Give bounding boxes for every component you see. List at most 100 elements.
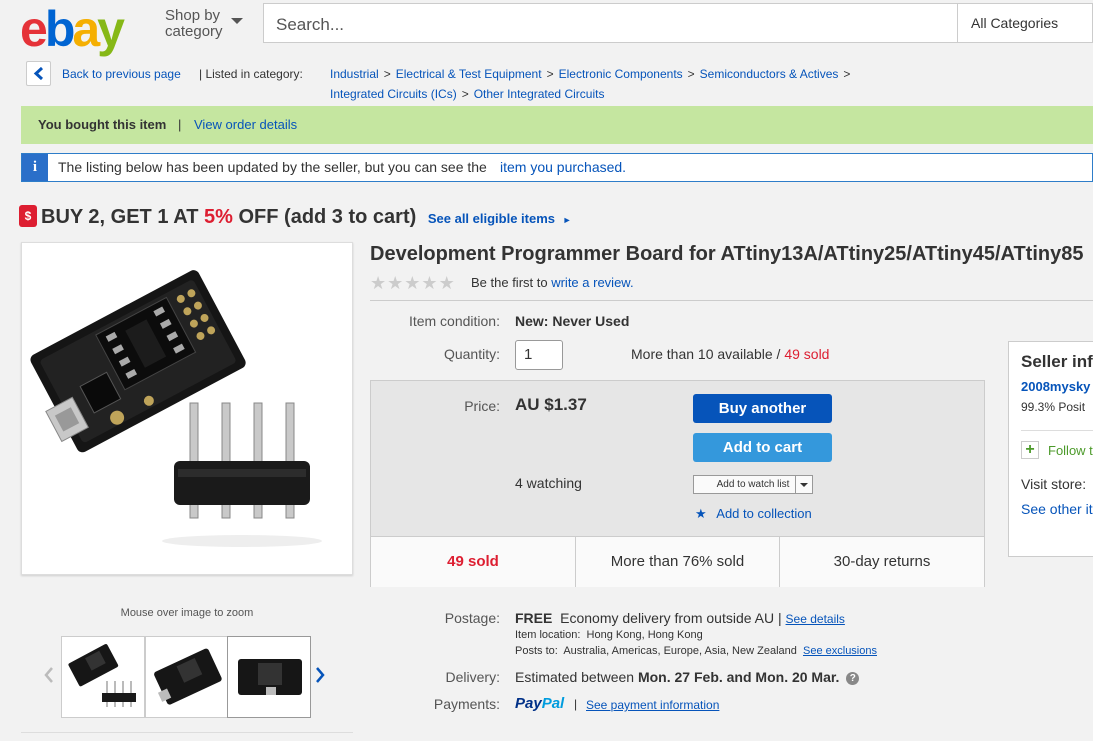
- stat-percent-sold: More than 76% sold: [576, 537, 780, 587]
- info-text: The listing below has been updated by th…: [58, 154, 487, 181]
- breadcrumb-item[interactable]: Semiconductors & Actives: [700, 67, 839, 81]
- item-location: Item location: Hong Kong, Hong Kong: [515, 629, 703, 641]
- chevron-left-icon[interactable]: [44, 667, 54, 688]
- postage-free: FREE: [515, 610, 552, 626]
- back-to-previous-link[interactable]: Back to previous page: [62, 64, 181, 84]
- chevron-down-icon: [231, 18, 243, 24]
- payment-separator: |: [574, 697, 577, 711]
- category-label: category: [165, 24, 223, 40]
- breadcrumb-item[interactable]: Electronic Components: [559, 67, 683, 81]
- payment-info-link[interactable]: See payment information: [586, 698, 719, 712]
- breadcrumb-separator: >: [547, 67, 554, 81]
- posts-value: Australia, Americas, Europe, Asia, New Z…: [563, 645, 797, 657]
- plus-icon[interactable]: +: [1021, 441, 1039, 459]
- buy-another-button[interactable]: Buy another: [693, 394, 832, 423]
- breadcrumb-separator: >: [462, 87, 469, 101]
- breadcrumb-separator: >: [843, 67, 850, 81]
- price-label: Price:: [370, 398, 500, 414]
- thumbnail-2[interactable]: [145, 636, 229, 718]
- seller-name-link[interactable]: 2008mysky: [1021, 379, 1090, 394]
- banner-separator: |: [178, 106, 181, 144]
- paypal-pay: Pay: [515, 695, 542, 712]
- postage-text: Economy delivery from outside AU |: [560, 610, 782, 626]
- delivery-dates: Mon. 27 Feb. and Mon. 20 Mar.: [638, 669, 839, 685]
- paypal-logo: PayPal: [515, 695, 564, 712]
- review-prompt: Be the first to write a review.: [471, 275, 634, 290]
- promo-banner: $BUY 2, GET 1 AT 5% OFF (add 3 to cart) …: [19, 204, 572, 233]
- seller-info-title: Seller inf: [1021, 352, 1093, 372]
- add-to-collection-label: Add to collection: [716, 506, 811, 521]
- see-exclusions-link[interactable]: See exclusions: [803, 645, 877, 657]
- listed-in-label: | Listed in category:: [199, 64, 303, 84]
- thumbnail-image: [228, 637, 310, 717]
- promo-text: BUY 2, GET 1 AT: [41, 206, 198, 228]
- help-icon[interactable]: ?: [846, 672, 859, 685]
- star-icon: ★: [439, 273, 455, 294]
- info-icon: i: [22, 154, 48, 181]
- breadcrumb-item[interactable]: Other Integrated Circuits: [474, 87, 605, 101]
- watch-list-dropdown[interactable]: [795, 475, 813, 494]
- see-eligible-items-label: See all eligible items: [428, 211, 555, 226]
- quantity-label: Quantity:: [370, 346, 500, 362]
- bought-item-banner: You bought this item | View order detail…: [21, 106, 1093, 144]
- back-button[interactable]: [26, 61, 51, 86]
- shop-by-label: Shop by: [165, 8, 223, 24]
- seller-info-panel: Seller inf 2008mysky 99.3% Posit + Follo…: [1008, 341, 1093, 557]
- promo-text-2: OFF (add 3 to cart): [238, 206, 416, 228]
- see-details-link[interactable]: See details: [786, 612, 845, 626]
- breadcrumb-item[interactable]: Industrial: [330, 67, 379, 81]
- thumbnail-3[interactable]: [227, 636, 311, 718]
- condition-value: New: Never Used: [515, 313, 629, 329]
- chevron-left-icon: [33, 67, 45, 80]
- search-input[interactable]: [274, 12, 948, 38]
- chevron-right-icon[interactable]: [315, 667, 325, 688]
- ebay-logo[interactable]: ebay: [20, 4, 122, 54]
- category-select[interactable]: All Categories: [957, 3, 1093, 43]
- location-label: Item location:: [515, 629, 580, 641]
- location-value: Hong Kong, Hong Kong: [587, 629, 703, 641]
- condition-label: Item condition:: [370, 313, 500, 329]
- thumbnail-image: [146, 637, 228, 717]
- star-icon: ★: [387, 273, 403, 294]
- breadcrumb-separator: >: [688, 67, 695, 81]
- see-eligible-items-link[interactable]: See all eligible items ►: [428, 211, 572, 226]
- add-to-collection-link[interactable]: ★ Add to collection: [695, 506, 812, 522]
- view-order-details-link[interactable]: View order details: [194, 106, 297, 144]
- chevron-down-icon: [800, 483, 808, 487]
- breadcrumb-item[interactable]: Integrated Circuits (ICs): [330, 87, 457, 101]
- search-bar: All Categories: [263, 3, 1093, 43]
- sales-stats: 49 sold More than 76% sold 30-day return…: [371, 536, 984, 587]
- bought-item-text: You bought this item: [38, 106, 166, 144]
- star-icon: ★: [404, 273, 420, 294]
- arrow-right-icon: ►: [563, 215, 572, 225]
- stat-returns: 30-day returns: [780, 537, 984, 587]
- shop-by-category-button[interactable]: Shop by category: [165, 8, 223, 40]
- follow-seller-link[interactable]: Follow t: [1048, 443, 1093, 458]
- availability-label: More than 10 available /: [631, 346, 780, 362]
- star-icon: ★: [370, 273, 386, 294]
- price-tag-icon: $: [19, 205, 37, 227]
- price-value: AU $1.37: [515, 395, 587, 415]
- main-product-image[interactable]: [21, 242, 353, 575]
- star-icon: ★: [695, 506, 707, 521]
- item-purchased-link[interactable]: item you purchased.: [500, 154, 626, 181]
- watching-count: 4 watching: [515, 475, 582, 491]
- rating-stars[interactable]: ★★★★★: [370, 273, 456, 294]
- stat-sold[interactable]: 49 sold: [371, 537, 576, 587]
- promo-percent: 5%: [204, 206, 233, 228]
- star-icon: ★: [421, 273, 437, 294]
- breadcrumb-separator: >: [384, 67, 391, 81]
- paypal-pal: Pal: [542, 695, 565, 712]
- posts-to: Posts to: Australia, Americas, Europe, A…: [515, 645, 877, 657]
- sold-count-link[interactable]: 49 sold: [784, 346, 829, 362]
- add-to-cart-button[interactable]: Add to cart: [693, 433, 832, 462]
- review-prefix: Be the first to: [471, 275, 548, 290]
- quantity-input[interactable]: 1: [515, 340, 563, 370]
- seller-feedback: 99.3% Posit: [1021, 400, 1085, 414]
- postage-info: FREE Economy delivery from outside AU | …: [515, 610, 845, 626]
- thumbnail-1[interactable]: [61, 636, 145, 718]
- breadcrumb-item[interactable]: Electrical & Test Equipment: [396, 67, 542, 81]
- write-review-link[interactable]: write a review.: [551, 275, 633, 290]
- see-other-items-link[interactable]: See other it: [1021, 501, 1093, 517]
- divider: [21, 732, 353, 733]
